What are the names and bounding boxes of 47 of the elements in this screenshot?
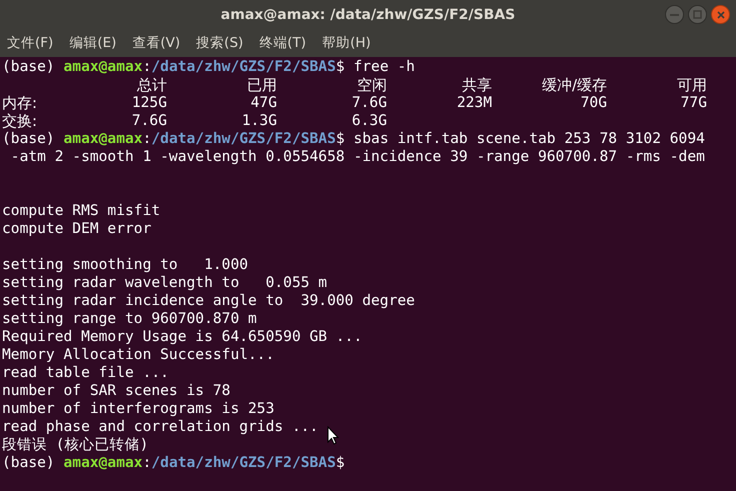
- window-title: amax@amax: /data/zhw/GZS/F2/SBAS: [220, 6, 516, 24]
- close-icon: [716, 10, 724, 18]
- close-button[interactable]: [711, 5, 730, 24]
- table-cell-text: 125G: [130, 94, 167, 112]
- table-cell-text: 70G: [580, 94, 607, 112]
- table-cell-text: 77G: [680, 94, 707, 112]
- table-cell-text: 6.3G: [350, 112, 387, 130]
- menu-item[interactable]: 终端(T): [257, 33, 308, 54]
- output-line: compute RMS misfit: [2, 202, 160, 220]
- column-header: 空闲: [356, 76, 387, 94]
- output-line: number of SAR scenes is 78: [2, 382, 230, 400]
- menu-item[interactable]: 帮助(H): [320, 33, 373, 54]
- menu-item[interactable]: 文件(F): [5, 33, 56, 54]
- output-line: read phase and correlation grids ...: [2, 418, 318, 436]
- output-line: setting radar incidence angle to 39.000 degree: [2, 292, 415, 310]
- column-header: 共享: [461, 76, 492, 94]
- menu-item[interactable]: 查看(V): [130, 33, 182, 54]
- minimize-button[interactable]: [665, 5, 684, 24]
- maximize-icon: [693, 10, 702, 19]
- menu-item[interactable]: 搜索(S): [194, 33, 246, 54]
- output-line: number of interferograms is 253: [2, 400, 274, 418]
- mouse-pointer-icon: [327, 426, 339, 445]
- output-line: 段错误 (核心已转储): [2, 436, 148, 454]
- row-label: 交换:: [2, 112, 38, 130]
- output-line: setting range to 960700.870 m: [2, 310, 257, 328]
- table-cell-text: 7.6G: [130, 112, 167, 130]
- table-cell-text: 1.3G: [240, 112, 277, 130]
- prompt-line: (base) amax@amax:/data/zhw/GZS/F2/SBAS$ sbas intf.tab scene.tab 253 78 3102 6094: [2, 130, 706, 148]
- column-header: 可用: [676, 76, 707, 94]
- row-label: 内存:: [2, 94, 38, 112]
- table-cell-text: 7.6G: [350, 94, 387, 112]
- table-cell-text: 47G: [250, 94, 277, 112]
- maximize-button[interactable]: [688, 5, 707, 24]
- output-line: setting smoothing to 1.000: [2, 256, 248, 274]
- output-line: Memory Allocation Successful...: [2, 346, 274, 364]
- prompt-line: (base) amax@amax:/data/zhw/GZS/F2/SBAS$ free -h: [2, 58, 416, 76]
- output-line: setting radar wavelength to 0.055 m: [2, 274, 328, 292]
- menu-item[interactable]: 编辑(E): [67, 33, 118, 54]
- output-line: read table file ...: [2, 364, 169, 382]
- prompt-line: (base) amax@amax:/data/zhw/GZS/F2/SBAS$: [2, 454, 346, 472]
- column-header: 已用: [246, 76, 277, 94]
- output-line: compute DEM error: [2, 220, 152, 238]
- table-cell-text: 223M: [456, 94, 492, 112]
- output-line: -atm 2 -smooth 1 -wavelength 0.0554658 -incidence 39 -range 960700.87 -rms -dem: [10, 148, 705, 166]
- output-line: Required Memory Usage is 64.650590 GB ...: [2, 328, 362, 346]
- column-header: 总计: [136, 76, 167, 94]
- column-header: 缓冲/缓存: [540, 76, 607, 94]
